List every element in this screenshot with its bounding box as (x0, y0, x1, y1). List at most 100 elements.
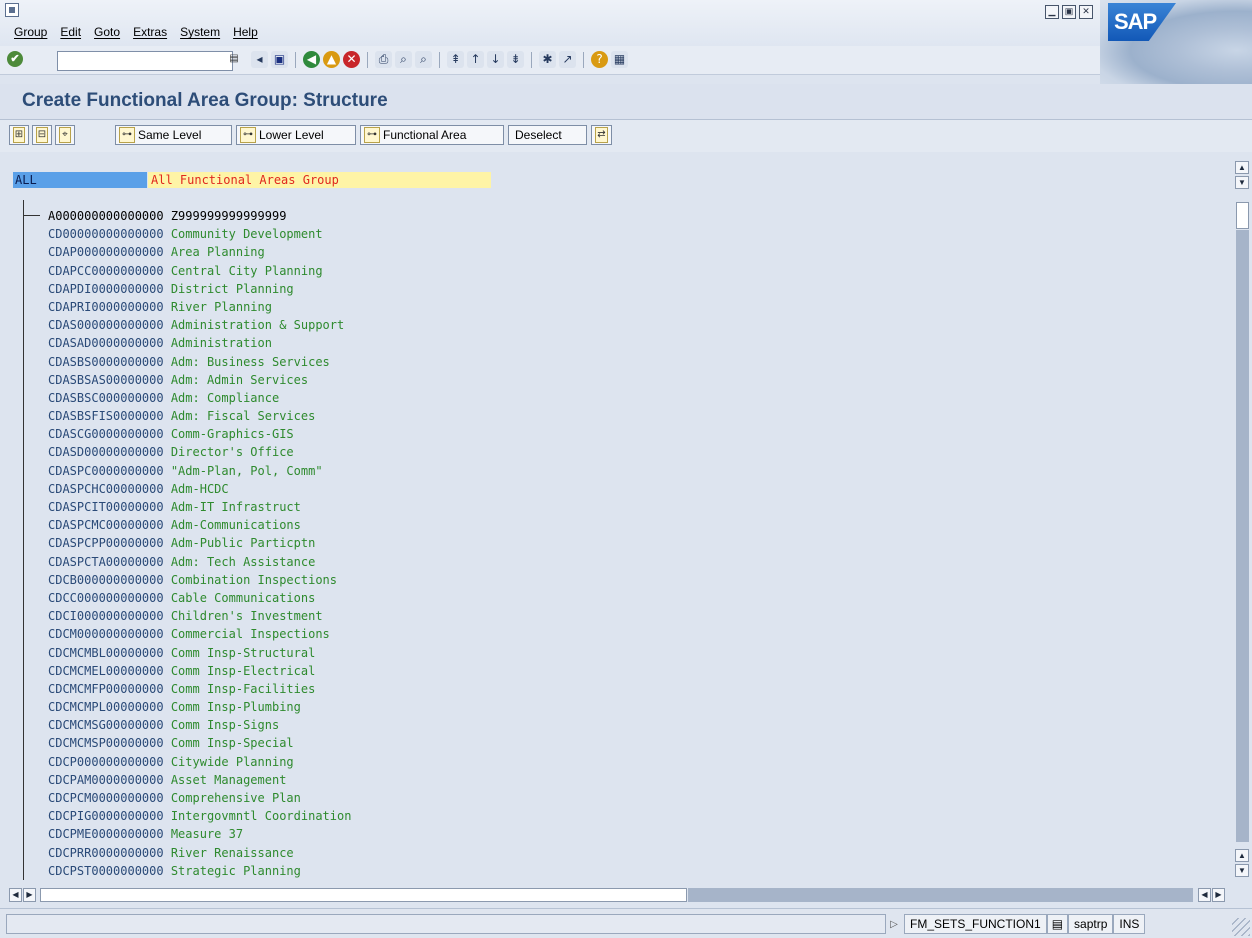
help-icon[interactable]: ? (591, 51, 608, 68)
tree-row[interactable]: CDCPME0000000000 Measure 37 (48, 825, 351, 843)
vertical-scroll-track[interactable] (1236, 230, 1249, 842)
enter-check-icon[interactable]: ✔ (7, 51, 23, 67)
tree-row[interactable]: CDCMCMSP00000000 Comm Insp-Special (48, 734, 351, 752)
tree-row[interactable]: CDAPRI0000000000 River Planning (48, 298, 351, 316)
tree-row[interactable]: CDCC000000000000 Cable Communications (48, 589, 351, 607)
previous-page-icon[interactable]: ↑ (467, 51, 484, 68)
tree-row[interactable]: CDAS000000000000 Administration & Suppor… (48, 316, 351, 334)
tree-row[interactable]: CDAPCC0000000000 Central City Planning (48, 262, 351, 280)
scroll-left-icon[interactable]: ◀ (1198, 888, 1211, 902)
logo-area: SAP (1100, 0, 1252, 84)
scroll-left-icon[interactable]: ◀ (9, 888, 22, 902)
exit-icon[interactable]: ▲ (323, 51, 340, 68)
tree-row[interactable]: CDASBSFIS0000000 Adm: Fiscal Services (48, 407, 351, 425)
tree-row[interactable]: CDASD00000000000 Director's Office (48, 443, 351, 461)
horizontal-scrollbar[interactable]: ◀ ▶ ◀ ▶ (6, 886, 1232, 904)
select-button[interactable]: ⌖ (55, 125, 75, 145)
close-icon[interactable]: ✕ (1079, 5, 1093, 19)
tree-row[interactable]: CDCPIG0000000000 Intergovmntl Coordinati… (48, 807, 351, 825)
tree-row[interactable]: CDCP000000000000 Citywide Planning (48, 753, 351, 771)
last-page-icon[interactable]: ⇟ (507, 51, 524, 68)
menu-system[interactable]: System (180, 25, 220, 39)
status-expand-icon[interactable]: ▷ (888, 919, 900, 930)
move-button[interactable]: ⇄ (591, 125, 612, 145)
tree-row[interactable]: CDCPAM0000000000 Asset Management (48, 771, 351, 789)
shortcut-icon[interactable]: ↗ (559, 51, 576, 68)
command-history-icon[interactable]: ▤ (228, 51, 240, 67)
window-menu-icon[interactable] (5, 3, 19, 17)
command-field[interactable] (57, 51, 233, 71)
tree-row-description: Adm-Public Particptn (170, 536, 316, 551)
toolbar-separator (531, 51, 532, 68)
tree-row[interactable]: CDCMCMSG00000000 Comm Insp-Signs (48, 716, 351, 734)
tree-row[interactable]: CDASCG0000000000 Comm-Graphics-GIS (48, 425, 351, 443)
back-arrow-icon[interactable]: ◂ (251, 51, 268, 68)
find-icon[interactable]: ⌕ (395, 51, 412, 68)
tree-root-key[interactable]: ALL (13, 172, 147, 188)
scroll-right-icon[interactable]: ▶ (23, 888, 36, 902)
tree-row-key: CDAPDI0000000000 (48, 281, 164, 296)
tree-row[interactable]: CDCMCMPL00000000 Comm Insp-Plumbing (48, 698, 351, 716)
menu-goto[interactable]: Goto (94, 25, 120, 39)
tree-row-key: CDASPCHC00000000 (48, 481, 164, 496)
menu-extras[interactable]: Extras (133, 25, 167, 39)
scroll-down-icon[interactable]: ▼ (1235, 864, 1249, 877)
scroll-up-icon[interactable]: ▲ (1235, 161, 1249, 174)
resize-grip-icon[interactable] (1232, 918, 1250, 936)
first-page-icon[interactable]: ⇞ (447, 51, 464, 68)
create-session-icon[interactable]: ✱ (539, 51, 556, 68)
tree-row[interactable]: CDCPCM0000000000 Comprehensive Plan (48, 789, 351, 807)
vertical-scroll-thumb[interactable] (1236, 202, 1249, 229)
tree-row[interactable]: CDASBSAS00000000 Adm: Admin Services (48, 371, 351, 389)
scroll-up-icon[interactable]: ▲ (1235, 849, 1249, 862)
tree-row[interactable]: CDAP000000000000 Area Planning (48, 243, 351, 261)
tree-row[interactable]: CDCMCMEL00000000 Comm Insp-Electrical (48, 662, 351, 680)
maximize-icon[interactable]: ▣ (1062, 5, 1076, 19)
tree-row[interactable]: CDCM000000000000 Commercial Inspections (48, 625, 351, 643)
scroll-down-icon[interactable]: ▼ (1235, 176, 1249, 189)
back-icon[interactable]: ◀ (303, 51, 320, 68)
tree-row[interactable]: CDASBSC000000000 Adm: Compliance (48, 389, 351, 407)
cancel-icon[interactable]: ✕ (343, 51, 360, 68)
status-message (6, 914, 886, 934)
tree-row[interactable]: CDCMCMFP00000000 Comm Insp-Facilities (48, 680, 351, 698)
horizontal-scroll-track[interactable] (688, 888, 1193, 902)
tree-row[interactable]: CDASPCPP00000000 Adm-Public Particptn (48, 534, 351, 552)
layout-menu-icon[interactable]: ▦ (611, 51, 628, 68)
same-level-button[interactable]: ⊶ Same Level (115, 125, 232, 145)
tree-row[interactable]: CDASPCTA00000000 Adm: Tech Assistance (48, 553, 351, 571)
menu-help[interactable]: Help (233, 25, 258, 39)
deselect-button[interactable]: Deselect (508, 125, 587, 145)
tree-row[interactable]: CDASPCIT00000000 Adm-IT Infrastruct (48, 498, 351, 516)
status-list-icon[interactable]: ▤ (1046, 914, 1069, 934)
tree-row[interactable]: CDCI000000000000 Children's Investment (48, 607, 351, 625)
tree-row[interactable]: CDASPC0000000000 "Adm-Plan, Pol, Comm" (48, 462, 351, 480)
functional-area-button[interactable]: ⊶ Functional Area (360, 125, 504, 145)
tree-row[interactable]: CDCB000000000000 Combination Inspections (48, 571, 351, 589)
tree-row-description: Comm Insp-Special (170, 736, 294, 751)
tree-row[interactable]: A000000000000000 Z999999999999999 (48, 207, 351, 225)
save-icon[interactable]: ▣ (271, 51, 288, 68)
vertical-scrollbar[interactable]: ▲ ▼ ▲ ▼ (1232, 152, 1252, 886)
horizontal-scroll-thumb[interactable] (40, 888, 687, 902)
menu-group[interactable]: Group (14, 25, 47, 39)
tree-row[interactable]: CDASPCMC00000000 Adm-Communications (48, 516, 351, 534)
expand-subtree-button[interactable]: ⊞ (9, 125, 29, 145)
tree-row[interactable]: CDAPDI0000000000 District Planning (48, 280, 351, 298)
scroll-right-icon[interactable]: ▶ (1212, 888, 1225, 902)
print-icon[interactable]: ⎙ (375, 51, 392, 68)
tree-row[interactable]: CDASAD0000000000 Administration (48, 334, 351, 352)
next-page-icon[interactable]: ↓ (487, 51, 504, 68)
find-next-icon[interactable]: ⌕ (415, 51, 432, 68)
tree-row[interactable]: CDCPRR0000000000 River Renaissance (48, 844, 351, 862)
lower-level-button[interactable]: ⊶ Lower Level (236, 125, 356, 145)
collapse-subtree-button[interactable]: ⊟ (32, 125, 52, 145)
tree-row[interactable]: CDCPST0000000000 Strategic Planning (48, 862, 351, 880)
minimize-icon[interactable]: ▁ (1045, 5, 1059, 19)
tree-row[interactable]: CD00000000000000 Community Development (48, 225, 351, 243)
menu-edit[interactable]: Edit (60, 25, 81, 39)
tree-row[interactable]: CDASPCHC00000000 Adm-HCDC (48, 480, 351, 498)
tree-row[interactable]: CDASBS0000000000 Adm: Business Services (48, 353, 351, 371)
tree-root-description[interactable]: All Functional Areas Group (148, 172, 491, 188)
tree-row[interactable]: CDCMCMBL00000000 Comm Insp-Structural (48, 644, 351, 662)
